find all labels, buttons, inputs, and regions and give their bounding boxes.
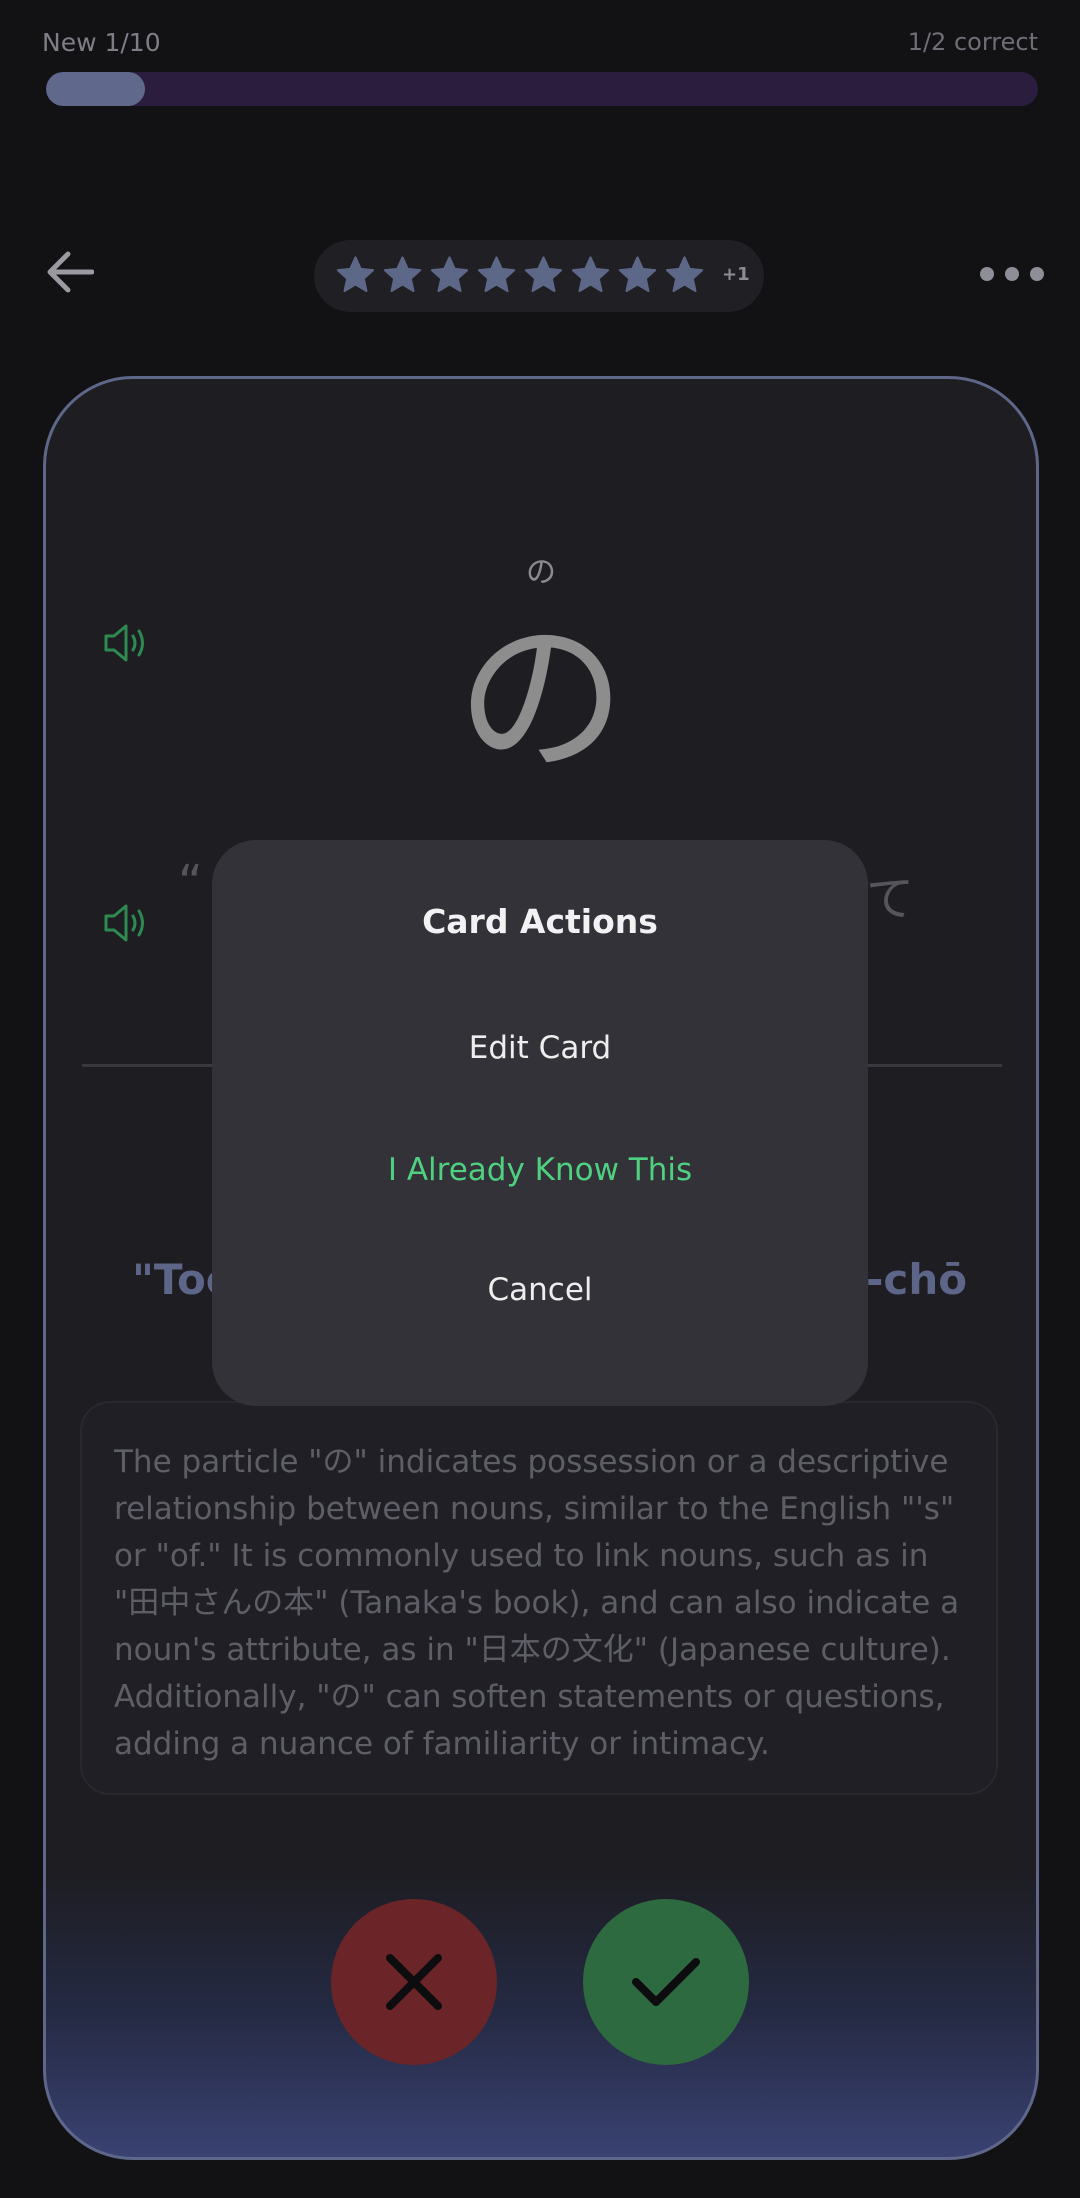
stars-row [334, 252, 706, 298]
edit-card-button[interactable]: Edit Card [212, 1030, 868, 1066]
cancel-button[interactable]: Cancel [212, 1272, 868, 1308]
more-dot-icon [1030, 267, 1044, 281]
correct-button[interactable] [583, 1899, 749, 2065]
stars-indicator: +1 [314, 240, 764, 312]
star-icon [665, 256, 704, 293]
play-audio-sentence-button[interactable] [102, 901, 150, 945]
star-icon [336, 256, 375, 293]
extra-stars-badge: +1 [722, 264, 750, 285]
card-actions-dialog: Card Actions Edit Card I Already Know Th… [212, 840, 868, 1406]
progress-label: New 1/10 [42, 28, 161, 57]
card-kanji: の [455, 600, 626, 798]
star-icon [383, 256, 422, 293]
check-icon [632, 1958, 700, 2006]
star-icon [477, 256, 516, 293]
explanation-text: The particle "の" indicates possession or… [114, 1444, 960, 1762]
arrow-left-icon [47, 251, 94, 293]
speaker-icon [104, 624, 144, 662]
more-dot-icon [980, 267, 994, 281]
star-icon [618, 256, 657, 293]
speaker-icon [104, 904, 144, 942]
star-icon [430, 256, 469, 293]
star-icon [524, 256, 563, 293]
explanation-box: The particle "の" indicates possession or… [80, 1401, 998, 1795]
already-know-button[interactable]: I Already Know This [212, 1152, 868, 1188]
example-sentence: “ [178, 855, 203, 911]
more-dot-icon [1005, 267, 1019, 281]
x-icon [386, 1954, 442, 2010]
dialog-title: Card Actions [422, 902, 658, 941]
correct-count: 1/2 correct [907, 28, 1038, 56]
back-button[interactable] [42, 244, 98, 300]
progress-bar-fill [46, 72, 146, 106]
more-options-button[interactable] [980, 254, 1044, 294]
progress-bar [46, 72, 1038, 106]
example-sentence-end: て [866, 871, 915, 927]
card-reading: の [526, 555, 556, 590]
play-audio-word-button[interactable] [102, 621, 150, 665]
incorrect-button[interactable] [331, 1899, 497, 2065]
translation-end: -chō [866, 1255, 968, 1304]
star-icon [571, 256, 610, 293]
